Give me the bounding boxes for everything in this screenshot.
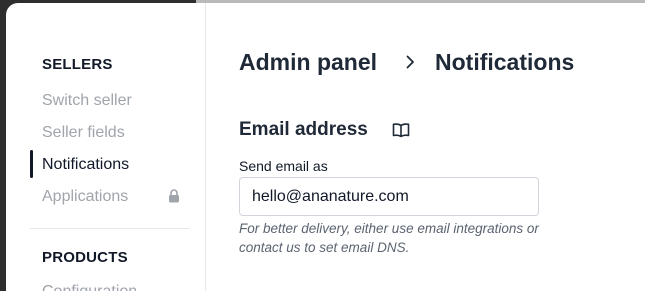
admin-panel-window: SELLERS Switch seller Seller fields Noti… — [6, 3, 645, 291]
chevron-right-icon — [406, 55, 414, 69]
send-email-as-input[interactable] — [239, 177, 539, 216]
sellers-section-title: SELLERS — [42, 56, 113, 73]
sidebar-item-notifications[interactable]: Notifications — [42, 156, 129, 174]
products-section-title: PRODUCTS — [42, 249, 128, 266]
sidebar-item-seller-fields[interactable]: Seller fields — [42, 124, 125, 142]
sidebar-item-applications[interactable]: Applications — [42, 188, 128, 206]
active-indicator — [30, 150, 33, 178]
page-title: Notifications — [435, 49, 575, 75]
sidebar-divider — [30, 228, 190, 229]
book-icon[interactable] — [392, 122, 410, 138]
sidebar: SELLERS Switch seller Seller fields Noti… — [6, 3, 206, 291]
email-help-text: For better delivery, either use email in… — [239, 221, 539, 255]
sidebar-item-configuration[interactable]: Configuration — [42, 283, 137, 291]
send-email-as-label: Send email as — [239, 158, 328, 174]
email-section-heading: Email address — [239, 119, 368, 140]
lock-icon — [169, 189, 179, 203]
sidebar-item-switch-seller[interactable]: Switch seller — [42, 92, 132, 110]
breadcrumb-admin-panel[interactable]: Admin panel — [239, 47, 377, 77]
main-content: Admin panel Notifications Email address … — [206, 3, 645, 291]
